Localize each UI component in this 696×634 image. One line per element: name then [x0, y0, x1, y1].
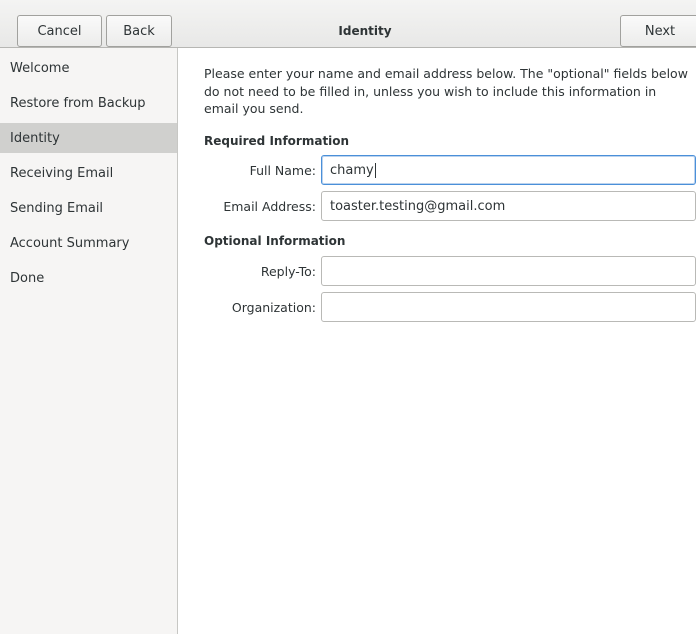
main-content: Please enter your name and email address…	[178, 48, 696, 634]
text-caret	[374, 162, 376, 178]
sidebar: Welcome Restore from Backup Identity Rec…	[0, 48, 178, 634]
organization-field[interactable]	[321, 292, 696, 322]
page-title: Identity	[338, 24, 392, 38]
cancel-button[interactable]: Cancel	[17, 15, 102, 47]
full-name-label: Full Name:	[249, 163, 316, 178]
full-name-value: chamy	[330, 162, 374, 178]
organization-label: Organization:	[231, 300, 316, 315]
sidebar-item-restore-from-backup[interactable]: Restore from Backup	[0, 88, 177, 118]
reply-to-field[interactable]	[321, 256, 696, 286]
sidebar-item-done[interactable]: Done	[0, 263, 177, 293]
full-name-field[interactable]: chamy	[321, 155, 696, 185]
sidebar-item-welcome[interactable]: Welcome	[0, 53, 177, 83]
description-text: Please enter your name and email address…	[204, 66, 688, 116]
sidebar-item-sending-email[interactable]: Sending Email	[0, 193, 177, 223]
header-bar: Cancel Back Identity Next	[0, 0, 696, 48]
sidebar-item-identity[interactable]: Identity	[0, 123, 177, 153]
next-button[interactable]: Next	[620, 15, 696, 47]
sidebar-item-receiving-email[interactable]: Receiving Email	[0, 158, 177, 188]
optional-info-heading: Optional Information	[204, 234, 346, 248]
email-address-label: Email Address:	[223, 199, 316, 214]
back-button[interactable]: Back	[106, 15, 172, 47]
reply-to-label: Reply-To:	[260, 264, 316, 279]
email-address-field[interactable]: toaster.testing@gmail.com	[321, 191, 696, 221]
email-address-value: toaster.testing@gmail.com	[330, 198, 506, 214]
required-info-heading: Required Information	[204, 134, 350, 148]
sidebar-item-account-summary[interactable]: Account Summary	[0, 228, 177, 258]
